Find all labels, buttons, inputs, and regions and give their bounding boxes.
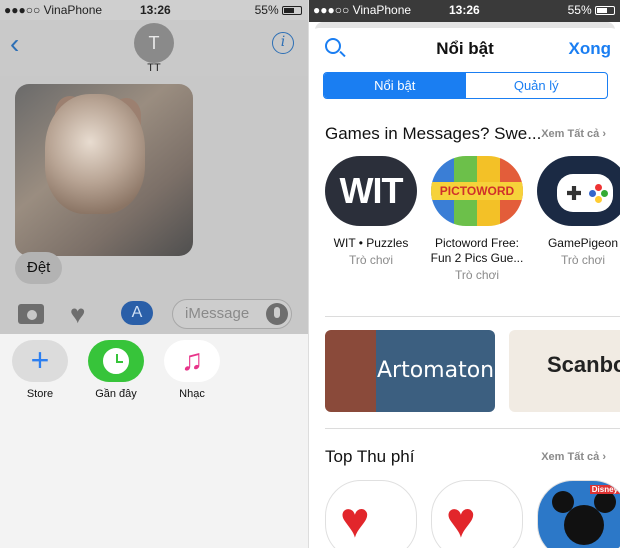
message-bubble[interactable]: Đệt bbox=[15, 252, 63, 284]
wit-app-icon: WIT bbox=[325, 156, 417, 226]
disney-badge: Disney bbox=[589, 485, 620, 494]
done-button[interactable]: Xong bbox=[569, 39, 612, 59]
app-store-icon[interactable]: A bbox=[121, 301, 153, 325]
battery-indicator: 55% bbox=[255, 3, 302, 17]
drawer-app-recent[interactable]: Gần đây bbox=[86, 340, 146, 400]
carrier-label: ●●●○○ VinaPhone bbox=[4, 3, 103, 17]
segmented-control: Nổi bật Quản lý bbox=[323, 72, 608, 99]
battery-icon bbox=[282, 6, 302, 15]
game-item-wit[interactable]: WIT WIT • Puzzles Trò chơi bbox=[323, 156, 419, 267]
camera-icon[interactable] bbox=[18, 304, 44, 324]
music-note-icon: ♫ bbox=[164, 340, 220, 382]
status-bar: ●●●○○ VinaPhone 13:26 55% bbox=[309, 0, 620, 22]
avatar[interactable]: T bbox=[134, 23, 174, 63]
game-category: Trò chơi bbox=[560, 253, 606, 267]
tab-featured[interactable]: Nổi bật bbox=[324, 73, 466, 98]
banner-title: Artomaton bbox=[377, 358, 495, 383]
section-divider bbox=[325, 428, 620, 429]
tab-manage[interactable]: Quản lý bbox=[466, 73, 608, 98]
puppy-photo-message[interactable] bbox=[15, 84, 193, 256]
scanbot-banner[interactable]: Scanbo bbox=[509, 330, 620, 412]
game-name: WIT • Puzzles bbox=[333, 236, 409, 250]
game-item-pictoword[interactable]: PICTOWORD Pictoword Free: Fun 2 Pics Gue… bbox=[429, 156, 525, 282]
back-chevron-icon[interactable]: ‹ bbox=[10, 28, 19, 60]
sticker-app-icon[interactable]: ♥ bbox=[431, 480, 523, 548]
paid-section-title: Top Thu phí bbox=[325, 447, 415, 466]
sticker-app-icon[interactable]: ♥ bbox=[325, 480, 417, 548]
disney-sticker-app-icon[interactable]: Disney bbox=[537, 480, 620, 548]
microphone-icon[interactable] bbox=[266, 303, 288, 325]
imessage-screen: ●●●○○ VinaPhone 13:26 55% ‹ T TT i Đệt ♥… bbox=[0, 0, 308, 548]
battery-percent: 55% bbox=[567, 3, 592, 17]
section-divider bbox=[325, 316, 620, 317]
status-bar: ●●●○○ VinaPhone 13:26 55% bbox=[0, 0, 308, 20]
games-section-title: Games in Messages? Swe... bbox=[325, 124, 542, 143]
artomaton-banner[interactable]: Artomaton bbox=[325, 330, 495, 412]
battery-icon bbox=[595, 6, 615, 15]
plus-icon: + bbox=[12, 340, 68, 382]
drawer-app-music[interactable]: ♫ Nhạc bbox=[162, 340, 222, 400]
heart-sticker-icon: ♥ bbox=[446, 492, 476, 548]
paid-see-all-link[interactable]: Xem Tất cả › bbox=[541, 451, 606, 463]
message-composer: ♥ A iMessage bbox=[0, 294, 308, 334]
pictoword-app-icon: PICTOWORD bbox=[431, 156, 523, 226]
conversation-header: ‹ T TT i bbox=[0, 20, 308, 76]
drawer-app-label: Store bbox=[26, 388, 54, 400]
app-drawer: + Store Gần đây ♫ Nhạc bbox=[0, 334, 308, 548]
heart-sticker-icon: ♥ bbox=[340, 492, 370, 548]
puppy-image bbox=[45, 94, 145, 214]
games-see-all-link[interactable]: Xem Tất cả › bbox=[541, 128, 606, 140]
contact-name[interactable]: TT bbox=[134, 62, 174, 74]
drawer-app-label: Gần đây bbox=[95, 388, 137, 400]
imessage-input[interactable]: iMessage bbox=[172, 299, 292, 329]
game-category: Trò chơi bbox=[454, 268, 500, 282]
info-button[interactable]: i bbox=[272, 32, 294, 54]
carrier-label: ●●●○○ VinaPhone bbox=[313, 3, 412, 17]
banner-title: Scanbo bbox=[547, 352, 620, 377]
drawer-app-label: Nhạc bbox=[179, 388, 205, 400]
store-header: Nổi bật Xong bbox=[309, 28, 620, 70]
game-name: GamePigeon bbox=[547, 236, 619, 250]
game-item-gamepigeon[interactable]: GamePigeon Trò chơi bbox=[535, 156, 620, 267]
drawer-app-store[interactable]: + Store bbox=[10, 340, 70, 400]
clock-label: 13:26 bbox=[140, 3, 171, 17]
clock-label: 13:26 bbox=[449, 3, 480, 17]
pictoword-logo: PICTOWORD bbox=[431, 182, 523, 200]
gamepigeon-app-icon bbox=[537, 156, 620, 226]
imessage-app-store-screen: ●●●○○ VinaPhone 13:26 55% Nổi bật Xong N… bbox=[308, 0, 620, 548]
battery-indicator: 55% bbox=[568, 3, 615, 17]
game-name: Pictoword Free: Fun 2 Pics Gue... bbox=[430, 236, 524, 265]
game-category: Trò chơi bbox=[348, 253, 394, 267]
digital-touch-heart-icon[interactable]: ♥ bbox=[70, 300, 85, 328]
battery-percent: 55% bbox=[254, 3, 279, 17]
clock-icon bbox=[88, 340, 144, 382]
